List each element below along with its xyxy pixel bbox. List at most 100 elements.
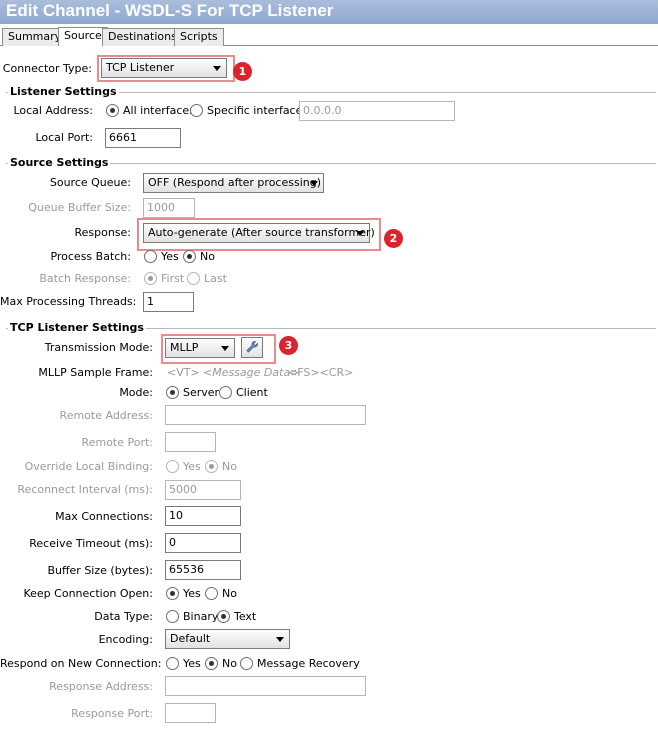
local-port-label: Local Port: [35, 131, 93, 144]
response-label: Response: [74, 226, 131, 239]
chevron-down-icon [276, 637, 284, 642]
specific-interface-label: Specific interface: [207, 104, 307, 117]
reconnect-interval-label: Reconnect Interval (ms): [17, 483, 153, 496]
chevron-down-icon [213, 66, 221, 71]
response-address-field[interactable] [165, 676, 366, 696]
response-port-field[interactable] [165, 703, 216, 723]
respond-new-yes-radio[interactable] [166, 657, 179, 670]
window-title: Edit Channel - WSDL-S For TCP Listener [0, 0, 658, 24]
connector-type-value: TCP Listener [106, 61, 175, 74]
queue-buffer-size-field[interactable]: 1000 [143, 198, 195, 218]
encoding-select[interactable]: Default [165, 629, 290, 649]
local-address-label: Local Address: [13, 104, 93, 117]
queue-buffer-size-label: Queue Buffer Size: [28, 201, 131, 214]
callout-badge-3: 3 [279, 336, 298, 355]
reconnect-interval-field[interactable]: 5000 [165, 480, 241, 500]
callout-badge-1: 1 [233, 62, 252, 81]
tab-destinations[interactable]: Destinations [102, 28, 183, 46]
chevron-down-icon [221, 346, 229, 351]
all-interfaces-radio[interactable] [106, 104, 119, 117]
remote-address-label: Remote Address: [59, 409, 153, 422]
encoding-value: Default [170, 632, 211, 645]
remote-address-field[interactable] [165, 405, 366, 425]
mode-server-label: Server [183, 386, 220, 399]
keep-open-no-label: No [222, 587, 237, 600]
mode-client-radio[interactable] [219, 386, 232, 399]
source-queue-label: Source Queue: [49, 176, 131, 189]
max-connections-label: Max Connections: [55, 510, 153, 523]
tab-scripts[interactable]: Scripts [174, 28, 224, 46]
response-value: Auto-generate (After source transformer) [148, 226, 375, 239]
keep-open-yes-label: Yes [183, 587, 201, 600]
data-type-binary-radio[interactable] [166, 610, 179, 623]
process-batch-no-label: No [200, 250, 215, 263]
chevron-down-icon [356, 231, 364, 236]
connector-type-select[interactable]: TCP Listener [101, 58, 227, 78]
mllp-frame-message: <Message Data> [203, 366, 300, 379]
keep-open-no-radio[interactable] [205, 587, 218, 600]
mode-client-label: Client [236, 386, 268, 399]
override-yes-label: Yes [183, 460, 201, 473]
transmission-settings-button[interactable] [241, 337, 263, 358]
process-batch-yes-radio[interactable] [144, 250, 157, 263]
batch-response-last-label: Last [204, 272, 227, 285]
callout-badge-2: 2 [384, 229, 403, 248]
transmission-mode-label: Transmission Mode: [44, 341, 153, 354]
receive-timeout-label: Receive Timeout (ms): [29, 537, 153, 550]
chevron-down-icon [310, 181, 318, 186]
encoding-label: Encoding: [98, 633, 153, 646]
response-select[interactable]: Auto-generate (After source transformer) [143, 223, 375, 243]
receive-timeout-field[interactable]: 0 [165, 533, 241, 553]
max-connections-field[interactable]: 10 [165, 506, 241, 526]
tab-bar: Summary Source Destinations Scripts [0, 26, 658, 46]
response-address-label: Response Address: [49, 680, 153, 693]
remote-port-label: Remote Port: [81, 436, 153, 449]
respond-new-message-recovery-label: Message Recovery [257, 657, 360, 670]
buffer-size-field[interactable]: 65536 [165, 560, 241, 580]
local-port-field[interactable]: 6661 [105, 128, 181, 148]
remote-port-field[interactable] [165, 432, 216, 452]
respond-on-new-connection-label: Respond on New Connection: [0, 657, 162, 670]
buffer-size-label: Buffer Size (bytes): [47, 564, 153, 577]
mode-server-radio[interactable] [166, 386, 179, 399]
mllp-frame-start: <VT> [167, 366, 200, 379]
connector-type-label: Connector Type: [2, 62, 92, 75]
mode-label: Mode: [119, 386, 153, 399]
section-tcp-listener-settings: TCP Listener Settings [8, 321, 146, 335]
section-source-settings: Source Settings [8, 156, 111, 170]
respond-new-yes-label: Yes [183, 657, 201, 670]
data-type-binary-label: Binary [183, 610, 219, 623]
transmission-mode-select[interactable]: MLLP [165, 338, 235, 358]
keep-connection-open-label: Keep Connection Open: [23, 587, 153, 600]
override-yes-radio[interactable] [166, 460, 179, 473]
respond-new-no-label: No [222, 657, 237, 670]
max-processing-threads-field[interactable]: 1 [143, 292, 194, 312]
mllp-sample-frame-label: MLLP Sample Frame: [38, 366, 153, 379]
keep-open-yes-radio[interactable] [166, 587, 179, 600]
max-processing-threads-label: Max Processing Threads: [0, 295, 137, 308]
process-batch-yes-label: Yes [161, 250, 179, 263]
override-no-label: No [222, 460, 237, 473]
override-local-binding-label: Override Local Binding: [24, 460, 153, 473]
section-listener-settings: Listener Settings [8, 85, 119, 99]
mllp-frame-end: <FS><CR> [288, 366, 354, 379]
batch-response-last-radio[interactable] [187, 272, 200, 285]
data-type-text-radio[interactable] [217, 610, 230, 623]
data-type-text-label: Text [234, 610, 257, 623]
specific-interface-ip-field[interactable]: 0.0.0.0 [299, 101, 455, 121]
all-interfaces-label: All interfaces [123, 104, 195, 117]
wrench-icon [246, 341, 258, 353]
specific-interface-radio[interactable] [190, 104, 203, 117]
tab-source[interactable]: Source [58, 27, 108, 46]
source-queue-value: OFF (Respond after processing) [148, 176, 322, 189]
source-queue-select[interactable]: OFF (Respond after processing) [143, 173, 324, 193]
data-type-label: Data Type: [94, 610, 153, 623]
process-batch-label: Process Batch: [50, 250, 131, 263]
process-batch-no-radio[interactable] [183, 250, 196, 263]
override-no-radio[interactable] [205, 460, 218, 473]
batch-response-first-radio[interactable] [144, 272, 157, 285]
respond-new-no-radio[interactable] [205, 657, 218, 670]
batch-response-first-label: First [161, 272, 185, 285]
transmission-mode-value: MLLP [170, 341, 199, 354]
respond-new-message-recovery-radio[interactable] [240, 657, 253, 670]
